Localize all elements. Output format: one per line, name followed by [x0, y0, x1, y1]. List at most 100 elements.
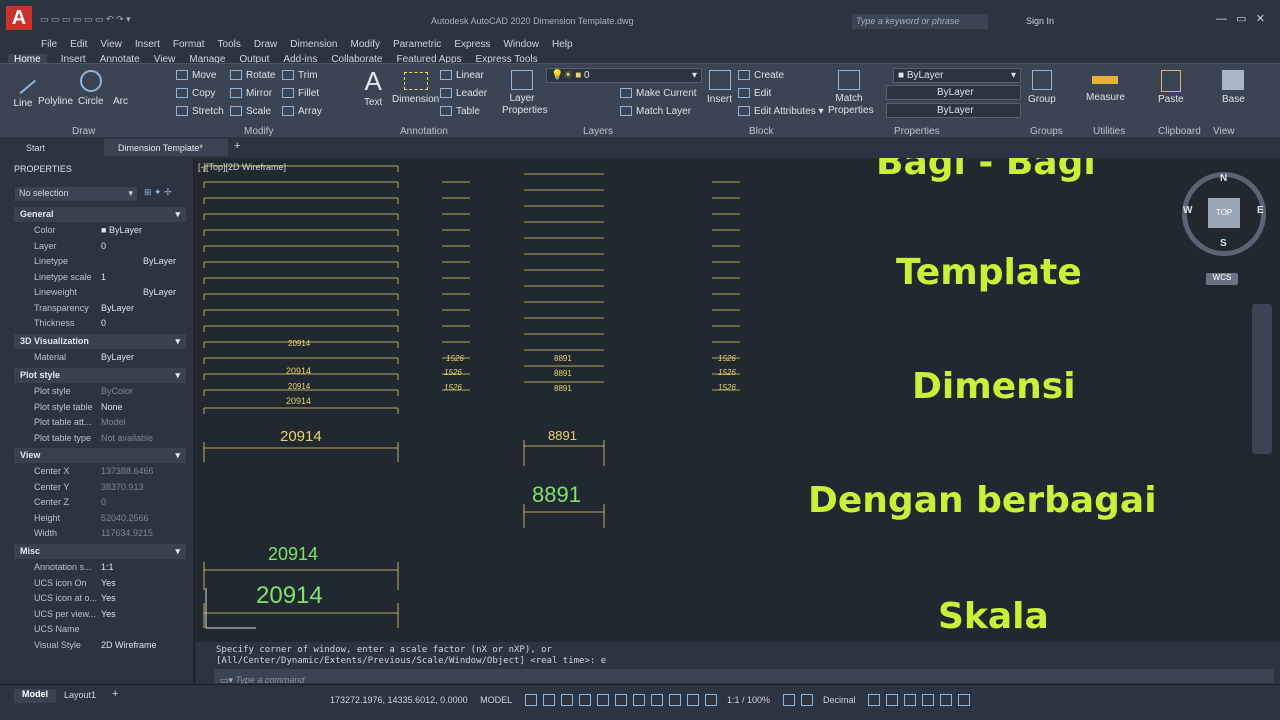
annotation-panel-label[interactable]: Annotation: [400, 126, 448, 137]
osnap-icon[interactable]: [596, 693, 609, 706]
autocad-logo[interactable]: A: [6, 6, 32, 30]
tab-dimension-template[interactable]: Dimension Template*: [104, 139, 228, 156]
clipboard-panel-label[interactable]: Clipboard: [1158, 126, 1201, 137]
ribbon-tabs: Home Insert Annotate View Manage Output Add-in…: [0, 49, 1280, 65]
match-layer-icon: [620, 106, 632, 117]
move-button[interactable]: Move: [176, 70, 216, 81]
section-plot-style[interactable]: Plot style ▾: [14, 368, 186, 383]
annotation-visibility-icon[interactable]: [686, 693, 699, 706]
ortho-icon[interactable]: [560, 693, 573, 706]
match-layer-button[interactable]: Match Layer: [620, 106, 691, 117]
insert-button[interactable]: Insert: [707, 70, 732, 105]
section-view[interactable]: View ▾: [14, 448, 186, 463]
layer-dropdown[interactable]: 💡☀ ■ 0 ▾: [546, 68, 702, 83]
viewcube[interactable]: N S W E TOP: [1182, 172, 1266, 256]
command-input[interactable]: ▭▾ Type a command: [214, 669, 1274, 685]
lock-ui-icon[interactable]: [885, 693, 898, 706]
base-button[interactable]: Base: [1222, 70, 1245, 105]
viewcube-top-face[interactable]: TOP: [1208, 198, 1240, 228]
selection-cycling-icon[interactable]: [668, 693, 681, 706]
command-history-1: Specify corner of window, enter a scale …: [216, 645, 552, 655]
overlay-line-3: Dimensi: [912, 366, 1076, 407]
text-button[interactable]: A Text: [364, 66, 382, 108]
array-button[interactable]: Array: [282, 106, 322, 117]
circle-button[interactable]: Circle: [78, 70, 104, 107]
block-panel-label[interactable]: Block: [749, 126, 773, 137]
polyline-button[interactable]: Polyline: [38, 96, 73, 107]
lineweight-icon[interactable]: [632, 693, 645, 706]
section-general[interactable]: General ▾: [14, 207, 186, 222]
dim-text-large: 20914: [280, 428, 322, 445]
transparency-icon[interactable]: [650, 693, 663, 706]
search-input[interactable]: Type a keyword or phrase: [852, 14, 988, 29]
otrack-icon[interactable]: [614, 693, 627, 706]
paste-icon: [1160, 70, 1181, 92]
selection-dropdown[interactable]: No selection ▾: [15, 187, 137, 201]
isolate-objects-icon[interactable]: [903, 693, 916, 706]
color-dropdown[interactable]: ■ ByLayer ▾: [893, 68, 1021, 83]
graphics-performance-icon[interactable]: [921, 693, 934, 706]
polar-icon[interactable]: [578, 693, 591, 706]
measure-button[interactable]: Measure: [1086, 70, 1125, 103]
linetype-dropdown[interactable]: ByLayer: [886, 85, 1021, 100]
signin-button[interactable]: Sign In: [1026, 16, 1054, 26]
window-controls[interactable]: — ▭ ✕: [1216, 12, 1265, 25]
new-tab-button[interactable]: +: [234, 140, 240, 152]
new-layout-button[interactable]: +: [112, 688, 118, 700]
circle-icon: [79, 70, 102, 92]
tab-start[interactable]: Start: [26, 143, 45, 153]
quick-properties-icon[interactable]: [867, 693, 880, 706]
draw-panel-label[interactable]: Draw: [72, 126, 95, 137]
modify-panel-label[interactable]: Modify: [244, 126, 273, 137]
grid-icon[interactable]: [524, 693, 537, 706]
annotation-scale-icon[interactable]: [704, 693, 717, 706]
customize-icon[interactable]: [957, 693, 970, 706]
match-properties-button[interactable]: Match Properties: [828, 70, 874, 117]
quick-select-icon[interactable]: ⊞ ✦ ✢: [144, 187, 172, 198]
paste-button[interactable]: Paste: [1158, 70, 1184, 105]
table-button[interactable]: Table: [440, 106, 480, 117]
fillet-button[interactable]: Fillet: [282, 88, 319, 99]
edit-block-button[interactable]: Edit: [738, 88, 771, 99]
clean-screen-icon[interactable]: [939, 693, 952, 706]
groups-panel-label[interactable]: Groups: [1030, 126, 1063, 137]
properties-panel-label[interactable]: Properties: [894, 126, 940, 137]
dim-text: 8891: [554, 369, 572, 378]
mirror-button[interactable]: Mirror: [230, 88, 272, 99]
group-button[interactable]: Group: [1028, 70, 1056, 105]
copy-button[interactable]: Copy: [176, 88, 215, 99]
create-block-button[interactable]: Create: [738, 70, 784, 81]
section-misc[interactable]: Misc ▾: [14, 544, 186, 559]
dimension-button[interactable]: Dimension: [392, 72, 439, 105]
scale-button[interactable]: Scale: [230, 106, 271, 117]
layers-panel-label[interactable]: Layers: [583, 126, 613, 137]
rotate-button[interactable]: Rotate: [230, 70, 275, 81]
utilities-panel-label[interactable]: Utilities: [1093, 126, 1125, 137]
annotation-scale[interactable]: 1:1 / 100%: [727, 695, 770, 705]
layer-properties-button[interactable]: Layer Properties: [502, 70, 548, 117]
model-space-button[interactable]: MODEL: [480, 695, 512, 705]
line-button[interactable]: Line: [7, 65, 37, 109]
drawing-area[interactable]: [-][Top][2D Wireframe] 20914 20914 20914…: [196, 158, 1280, 642]
section-3d-visualization[interactable]: 3D Visualization ▾: [14, 334, 186, 349]
layout1-tab[interactable]: Layout1: [64, 690, 96, 700]
arc-button[interactable]: Arc: [113, 96, 128, 107]
model-tab[interactable]: Model: [14, 689, 56, 703]
lineweight-dropdown[interactable]: ByLayer: [886, 103, 1021, 118]
edit-attributes-button[interactable]: Edit Attributes ▾: [738, 106, 824, 117]
navigation-bar[interactable]: [1252, 304, 1272, 454]
dim-text-large: 20914: [256, 582, 323, 609]
view-panel-label[interactable]: View: [1213, 126, 1235, 137]
units-dropdown[interactable]: Decimal: [823, 695, 856, 705]
snap-icon[interactable]: [542, 693, 555, 706]
stretch-button[interactable]: Stretch: [176, 106, 224, 117]
coordinates[interactable]: 173272.1976, 14335.6012, 0.0000: [330, 695, 468, 705]
trim-button[interactable]: Trim: [282, 70, 318, 81]
gear-icon[interactable]: [782, 693, 795, 706]
leader-button[interactable]: Leader: [440, 88, 487, 99]
quick-access-toolbar[interactable]: ▭ ▭ ▭ ▭ ▭ ▭ ↶ ↷ ▾: [40, 14, 131, 25]
make-current-button[interactable]: Make Current: [620, 88, 697, 99]
linear-button[interactable]: Linear: [440, 70, 484, 81]
wcs-menu[interactable]: WCS: [1206, 273, 1238, 285]
plus-icon[interactable]: [800, 693, 813, 706]
